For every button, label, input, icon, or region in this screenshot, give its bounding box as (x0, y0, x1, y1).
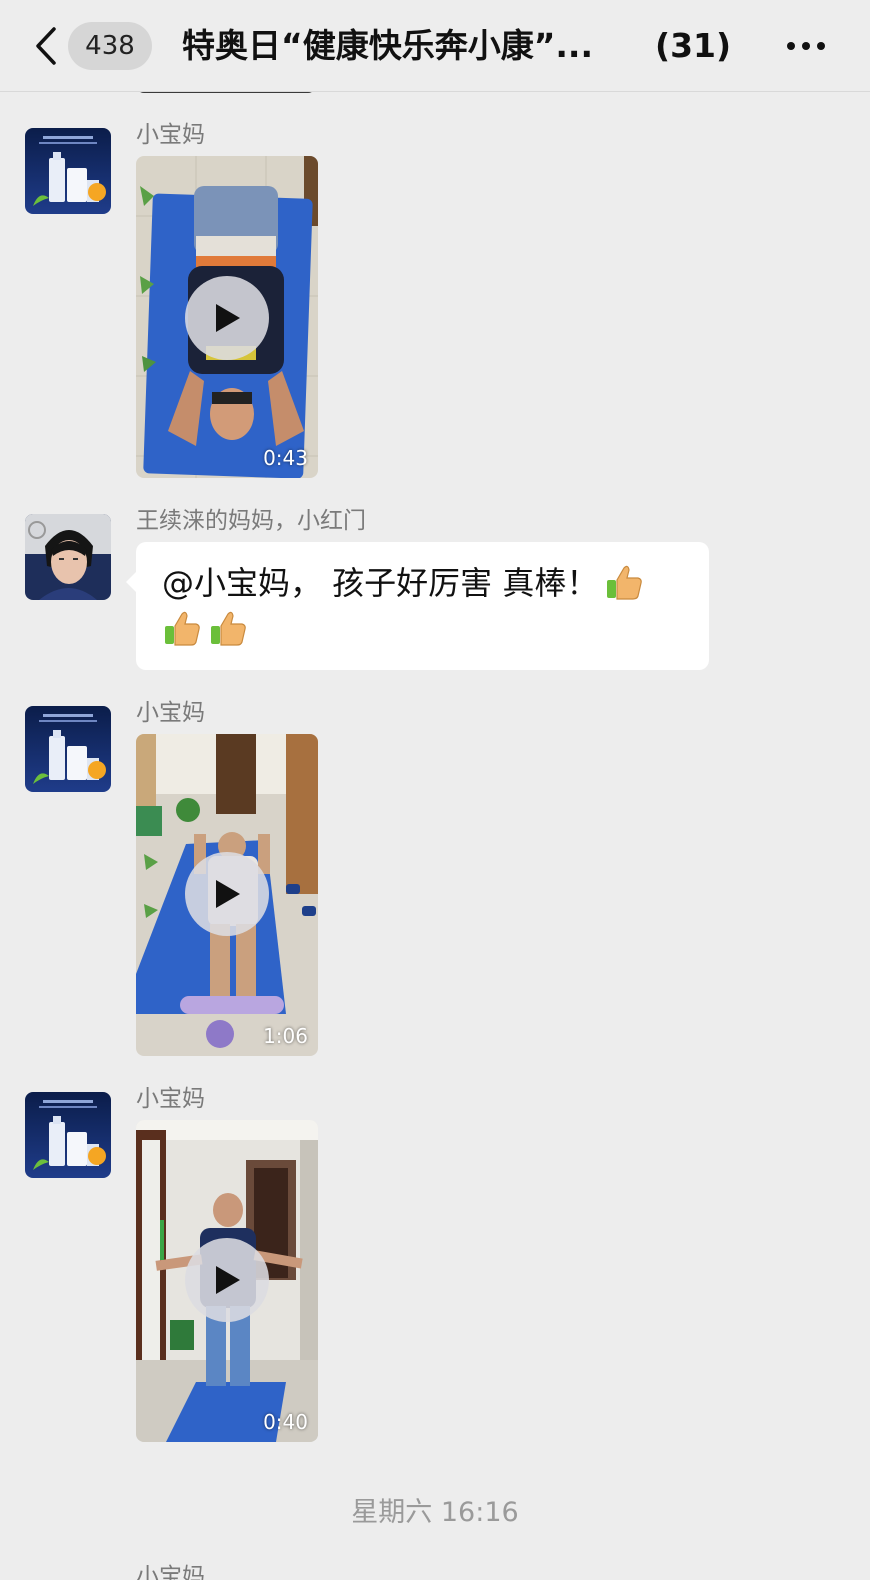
avatar[interactable] (25, 1092, 111, 1178)
avatar[interactable] (25, 706, 111, 792)
unread-count-badge[interactable]: 438 (68, 22, 152, 70)
play-icon (216, 1266, 240, 1294)
sender-name: 小宝妈 (136, 122, 205, 148)
video-message[interactable]: 0:40 (136, 1120, 318, 1442)
time-divider: 星期六 16:16 (351, 1497, 519, 1528)
video-duration: 1:06 (263, 1024, 308, 1048)
more-icon (787, 42, 825, 50)
sender-name: 王续涞的妈妈，小红门 (136, 508, 366, 534)
thumbs-up-icon (607, 565, 643, 600)
video-message[interactable]: 0:43 (136, 156, 318, 478)
play-button[interactable] (185, 1238, 269, 1322)
message-text: @小宝妈， 孩子好厉害 真棒！ (162, 564, 599, 602)
text-message-bubble[interactable]: @小宝妈， 孩子好厉害 真棒！ (126, 542, 709, 670)
member-count: (31) (655, 26, 732, 65)
chat-title: 特奥日“健康快乐奔小康”... (182, 26, 593, 65)
sender-name: 小宝妈 (136, 1086, 205, 1112)
more-button[interactable] (782, 28, 830, 64)
avatar[interactable] (25, 128, 111, 214)
video-duration: 0:40 (263, 1410, 308, 1434)
video-duration: 0:43 (263, 446, 308, 470)
chat-header: 438 特奥日“健康快乐奔小康”... (31) (0, 0, 870, 92)
thumbs-up-icon (211, 611, 246, 646)
play-icon (216, 880, 240, 908)
play-button[interactable] (185, 852, 269, 936)
back-button[interactable] (28, 24, 64, 68)
video-message[interactable]: 1:06 (136, 734, 318, 1056)
chevron-left-icon (36, 27, 56, 65)
avatar[interactable] (25, 514, 111, 600)
sender-name: 小宝妈 (136, 700, 205, 726)
thumbs-up-icon (165, 611, 200, 646)
play-button[interactable] (185, 276, 269, 360)
play-icon (216, 304, 240, 332)
sender-name: 小宝妈 (136, 1564, 205, 1580)
